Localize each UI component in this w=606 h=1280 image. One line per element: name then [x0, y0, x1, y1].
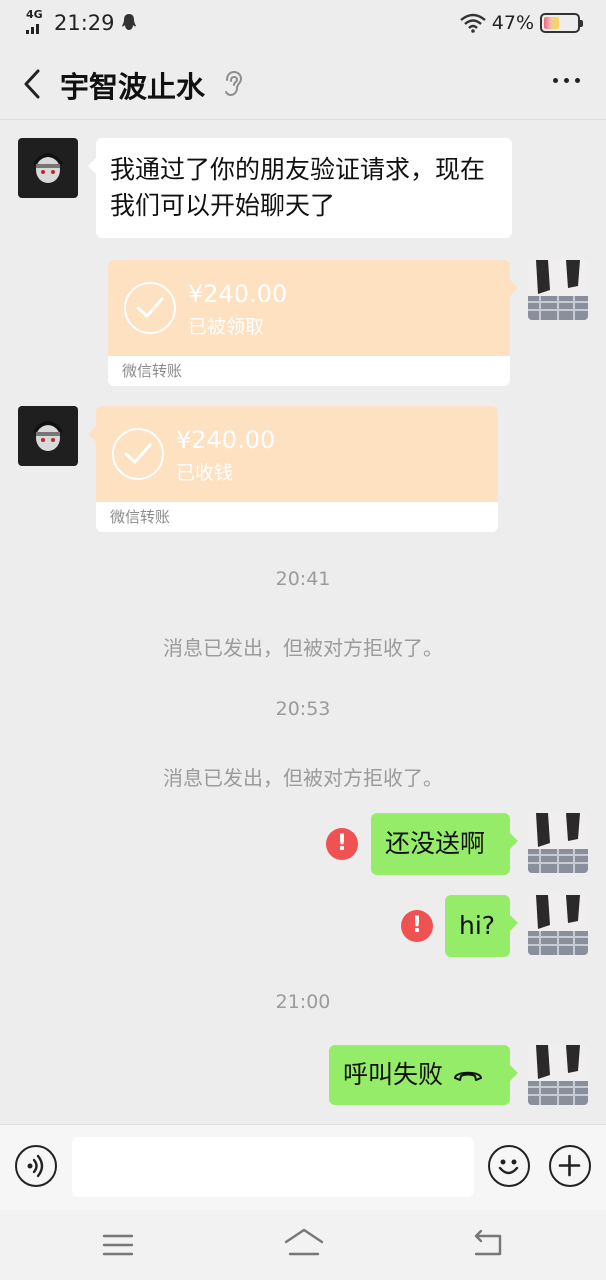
transfer-label: 微信转账	[96, 502, 498, 532]
chat-header: 宇智波止水	[0, 48, 606, 120]
avatar-image	[34, 153, 62, 183]
avatar-image	[528, 895, 588, 955]
message-bubble-sent[interactable]: hi?	[445, 895, 518, 957]
message-text: 我通过了你的朋友验证请求，现在我们可以开始聊天了	[110, 155, 486, 220]
avatar-image	[528, 813, 588, 873]
network-type: 4G	[26, 8, 43, 21]
system-message: 消息已发出，但被对方拒收了。	[163, 636, 443, 660]
message-text: hi?	[459, 911, 496, 940]
status-bar: 4G 21:29 47%	[0, 0, 606, 48]
phone-hangup-icon	[454, 1071, 483, 1081]
my-avatar[interactable]	[528, 260, 588, 320]
battery-percent: 47%	[491, 12, 534, 34]
transfer-status: 已被领取	[188, 316, 265, 338]
chevron-left-icon	[24, 69, 40, 99]
timestamp: 21:00	[275, 991, 331, 1013]
more-functions-button[interactable]	[549, 1145, 591, 1187]
more-dots-icon	[553, 78, 558, 83]
system-message: 消息已发出，但被对方拒收了。	[163, 766, 443, 790]
voice-button[interactable]	[15, 1145, 57, 1187]
emoji-button[interactable]	[488, 1145, 530, 1187]
home-icon[interactable]	[282, 1226, 326, 1262]
error-icon[interactable]: !	[401, 910, 433, 942]
transfer-amount: ¥240.00	[176, 426, 276, 454]
avatar-image	[528, 260, 588, 320]
transfer-status: 已收钱	[176, 462, 234, 484]
my-avatar[interactable]	[528, 813, 588, 873]
my-avatar[interactable]	[528, 895, 588, 955]
menu-icon[interactable]	[100, 1232, 136, 1258]
message-bubble-received[interactable]: 我通过了你的朋友验证请求，现在我们可以开始聊天了	[88, 138, 512, 238]
contact-avatar[interactable]	[18, 138, 78, 198]
more-options-button[interactable]	[553, 78, 580, 83]
timestamp: 20:41	[275, 568, 331, 590]
emoji-icon	[498, 1159, 519, 1175]
timestamp: 20:53	[275, 698, 331, 720]
transfer-card-received[interactable]: ¥240.00 已收钱 微信转账	[88, 406, 498, 532]
input-bar	[0, 1124, 606, 1210]
status-time: 21:29	[54, 11, 115, 35]
battery-icon	[540, 13, 583, 33]
nav-back-icon[interactable]	[470, 1228, 506, 1260]
message-text: 还没送啊	[385, 829, 486, 858]
message-bubble-sent[interactable]: 还没送啊	[371, 813, 518, 875]
contact-name: 宇智波止水	[60, 70, 206, 104]
avatar-image	[528, 1045, 588, 1105]
chat-screen: 4G 21:29 47% 宇智波止水 我通过了你的朋友验证请求，现在我们可以开始…	[0, 0, 606, 1280]
plus-icon	[558, 1154, 581, 1177]
qq-notification-icon	[121, 14, 136, 30]
avatar-image	[34, 421, 62, 451]
ear-icon	[225, 70, 243, 97]
error-icon[interactable]: !	[326, 828, 358, 860]
call-failed-bubble[interactable]: 呼叫失败	[329, 1045, 518, 1105]
transfer-amount: ¥240.00	[188, 280, 288, 308]
voice-icon	[27, 1154, 44, 1178]
message-input[interactable]	[72, 1137, 474, 1197]
transfer-card-sent[interactable]: ¥240.00 已被领取 微信转账	[108, 260, 518, 386]
check-icon	[112, 428, 164, 480]
message-text: 呼叫失败	[343, 1060, 444, 1089]
check-icon	[124, 282, 176, 334]
cellular-signal-icon: 4G	[24, 8, 48, 36]
wifi-icon	[459, 13, 486, 33]
back-button[interactable]	[14, 64, 50, 104]
my-avatar[interactable]	[528, 1045, 588, 1105]
system-nav-bar	[0, 1210, 606, 1280]
transfer-label: 微信转账	[108, 356, 510, 386]
contact-avatar[interactable]	[18, 406, 78, 466]
